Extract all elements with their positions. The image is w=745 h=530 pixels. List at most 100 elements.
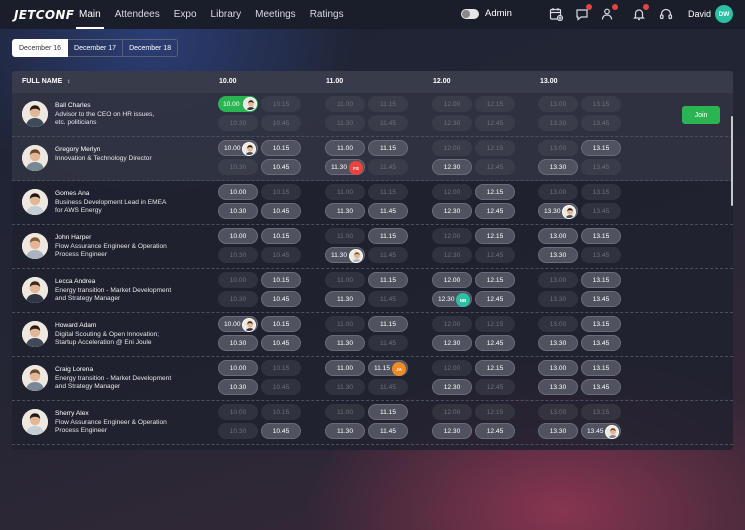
time-slot-button[interactable]: 10.30 <box>218 203 258 219</box>
time-slot-button[interactable]: 11.00 <box>325 360 365 376</box>
attendee-name[interactable]: Ball Charles <box>55 102 91 109</box>
sort-icon[interactable]: ↕ <box>67 79 70 85</box>
time-slot-button[interactable]: 13.45 <box>581 379 621 395</box>
day-tab[interactable]: December 17 <box>68 39 124 57</box>
time-slot-button[interactable]: 12.30 <box>432 159 472 175</box>
time-slot-button[interactable]: 10.45 <box>261 291 301 307</box>
time-slot-button[interactable]: 10.45 <box>261 335 301 351</box>
time-slot-button[interactable]: 11.15 <box>368 316 408 332</box>
avatar[interactable] <box>22 101 48 127</box>
avatar[interactable] <box>22 409 48 435</box>
avatar[interactable] <box>22 365 48 391</box>
vertical-scrollbar[interactable] <box>731 116 733 206</box>
attendee-name[interactable]: Lecca Andrea <box>55 278 95 285</box>
time-slot-button[interactable]: 10.45 <box>261 159 301 175</box>
time-slot-button[interactable]: 12.30 NB <box>432 291 472 307</box>
attendee-name[interactable]: Sherry Alex <box>55 410 89 417</box>
time-slot-button[interactable]: 10.15 <box>261 272 301 288</box>
nav-item-main[interactable]: Main <box>72 0 108 29</box>
nav-item-expo[interactable]: Expo <box>167 0 204 29</box>
app-logo[interactable]: JETCONF <box>14 8 74 22</box>
time-slot-button[interactable]: 13.15 <box>581 316 621 332</box>
nav-item-library[interactable]: Library <box>204 0 249 29</box>
time-slot-button[interactable]: 10.30 <box>218 335 258 351</box>
time-slot-button[interactable]: 12.30 <box>432 335 472 351</box>
time-slot-button[interactable]: 12.00 <box>432 272 472 288</box>
time-slot-button[interactable]: 11.15 <box>368 404 408 420</box>
time-slot-button[interactable]: 12.15 <box>475 184 515 200</box>
attendee-name[interactable]: Howard Adam <box>55 322 96 329</box>
time-slot-button[interactable]: 10.00 <box>218 228 258 244</box>
attendee-name[interactable]: John Harper <box>55 234 91 241</box>
time-slot-button[interactable]: 10.15 <box>261 140 301 156</box>
time-slot-button[interactable]: 10.00 <box>218 316 258 332</box>
time-slot-button[interactable]: 12.45 <box>475 203 515 219</box>
time-slot-button[interactable]: 11.30 <box>325 247 365 263</box>
user-avatar[interactable]: DW <box>715 5 733 23</box>
attendee-name[interactable]: Craig Lorena <box>55 366 93 373</box>
time-slot-button[interactable]: 10.00 <box>218 140 258 156</box>
time-slot-button[interactable]: 13.30 <box>538 247 578 263</box>
nav-item-meetings[interactable]: Meetings <box>248 0 303 29</box>
time-slot-button[interactable]: 12.30 <box>432 203 472 219</box>
time-slot-button[interactable]: 12.45 <box>475 423 515 439</box>
time-slot-button[interactable]: 13.45 <box>581 335 621 351</box>
calendar-plus-icon[interactable] <box>549 7 564 22</box>
chat-bubble-icon[interactable] <box>575 4 592 21</box>
time-slot-button[interactable]: 13.15 <box>581 272 621 288</box>
time-slot-button[interactable]: 10.00 <box>218 96 258 112</box>
time-slot-button[interactable]: 13.30 <box>538 379 578 395</box>
nav-item-attendees[interactable]: Attendees <box>108 0 167 29</box>
time-slot-button[interactable]: 13.30 <box>538 335 578 351</box>
day-tab[interactable]: December 18 <box>123 39 179 57</box>
avatar[interactable] <box>22 321 48 347</box>
time-slot-button[interactable]: 12.45 <box>475 291 515 307</box>
time-slot-button[interactable]: 11.15 JA <box>368 360 408 376</box>
time-slot-button[interactable]: 13.15 <box>581 360 621 376</box>
time-slot-button[interactable]: 11.30 FS <box>325 159 365 175</box>
attendee-name[interactable]: Gomes Ana <box>55 190 89 197</box>
time-slot-button[interactable]: 11.30 <box>325 203 365 219</box>
time-slot-button[interactable]: 13.30 <box>538 423 578 439</box>
time-slot-button[interactable]: 10.30 <box>218 379 258 395</box>
day-tab[interactable]: December 16 <box>12 39 69 57</box>
toggle-switch[interactable] <box>461 8 479 19</box>
time-slot-button[interactable]: 11.45 <box>368 203 408 219</box>
time-slot-button[interactable]: 11.00 <box>325 140 365 156</box>
time-slot-button[interactable]: 11.30 <box>325 335 365 351</box>
user-name[interactable]: David <box>688 9 711 19</box>
headset-icon[interactable] <box>659 7 673 21</box>
add-person-icon[interactable] <box>601 4 618 21</box>
join-button[interactable]: Join <box>682 106 720 124</box>
time-slot-button[interactable]: 12.30 <box>432 379 472 395</box>
time-slot-button[interactable]: 13.30 <box>538 159 578 175</box>
time-slot-button[interactable]: 13.00 <box>538 228 578 244</box>
time-slot-button[interactable]: 13.30 <box>538 203 578 219</box>
time-slot-button[interactable]: 11.45 <box>368 423 408 439</box>
avatar[interactable] <box>22 277 48 303</box>
avatar[interactable] <box>22 145 48 171</box>
time-slot-button[interactable]: 12.30 <box>432 423 472 439</box>
time-slot-button[interactable]: 13.45 <box>581 423 621 439</box>
time-slot-button[interactable]: 13.45 <box>581 291 621 307</box>
time-slot-button[interactable]: 11.15 <box>368 228 408 244</box>
time-slot-button[interactable]: 10.15 <box>261 316 301 332</box>
time-slot-button[interactable]: 12.45 <box>475 335 515 351</box>
bell-icon[interactable] <box>632 4 649 21</box>
time-slot-button[interactable]: 11.15 <box>368 140 408 156</box>
time-slot-button[interactable]: 10.45 <box>261 423 301 439</box>
avatar[interactable] <box>22 189 48 215</box>
time-slot-button[interactable]: 11.15 <box>368 272 408 288</box>
time-slot-button[interactable]: 11.30 <box>325 423 365 439</box>
admin-toggle[interactable]: Admin <box>461 8 512 19</box>
time-slot-button[interactable]: 13.00 <box>538 360 578 376</box>
time-slot-button[interactable]: 12.15 <box>475 272 515 288</box>
time-slot-button[interactable]: 10.00 <box>218 360 258 376</box>
time-slot-button[interactable]: 12.15 <box>475 228 515 244</box>
avatar[interactable] <box>22 233 48 259</box>
time-slot-button[interactable]: 13.15 <box>581 140 621 156</box>
nav-item-ratings[interactable]: Ratings <box>303 0 351 29</box>
time-slot-button[interactable]: 12.15 <box>475 360 515 376</box>
time-slot-button[interactable]: 13.15 <box>581 228 621 244</box>
time-slot-button[interactable]: 11.30 <box>325 291 365 307</box>
